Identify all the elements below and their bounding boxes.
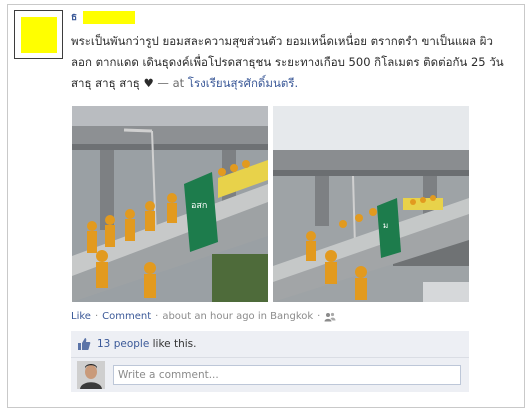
author-name-redaction: [83, 10, 136, 24]
action-separator: ·: [94, 311, 99, 322]
photo-2-image: ม: [273, 106, 469, 302]
author-avatar[interactable]: [14, 10, 63, 59]
audience-friends-icon[interactable]: [324, 312, 336, 322]
author-name[interactable]: ธ: [71, 10, 77, 25]
likes-summary: 13 people like this.: [71, 331, 469, 358]
likes-suffix: like this.: [152, 338, 197, 350]
comment-link[interactable]: Comment: [102, 311, 151, 322]
photo-2-sign: ม: [383, 221, 388, 230]
post-timestamp[interactable]: about an hour ago in Bangkok: [162, 311, 313, 322]
post-photo-2[interactable]: ม: [273, 106, 469, 302]
action-separator: ·: [155, 311, 159, 322]
post-at-text: — at: [153, 76, 188, 90]
author-name-row[interactable]: ธ: [71, 10, 136, 25]
comment-input[interactable]: [113, 365, 461, 385]
post-message: พระเป็นพันกว่ารูป ยอมสละความสุขส่วนตัว ย…: [71, 31, 511, 94]
photo-1-image: อสก: [72, 106, 268, 302]
post-location-link[interactable]: โรงเรียนสุรศักดิ์มนตรี.: [188, 76, 298, 90]
post-actions: Like · Comment · about an hour ago in Ba…: [71, 311, 336, 322]
like-link[interactable]: Like: [71, 311, 91, 322]
action-separator: ·: [317, 311, 321, 322]
likers-link[interactable]: 13 people: [97, 338, 149, 350]
thumbs-up-icon: [78, 338, 91, 350]
viewer-avatar-image: [77, 361, 105, 389]
photo-1-sign: อสก: [191, 201, 207, 211]
avatar-redaction: [21, 17, 57, 53]
comment-composer: [71, 358, 469, 392]
viewer-avatar: [77, 361, 105, 389]
post-photo-1[interactable]: อสก: [72, 106, 268, 302]
